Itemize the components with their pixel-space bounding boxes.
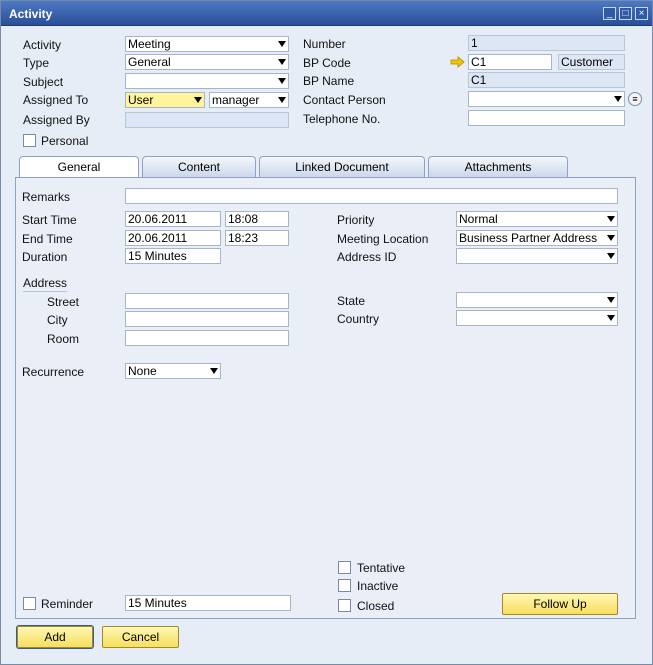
address-id-label: Address ID [337,250,397,264]
end-date-field[interactable]: 20.06.2011 [125,230,221,246]
type-label: Type [23,56,50,70]
assigned-to-user-select[interactable]: manager [209,92,289,108]
city-label: City [47,313,68,327]
assigned-to-type-select[interactable]: User [125,92,205,108]
address-heading: Address [23,276,68,292]
chevron-down-icon [614,96,622,102]
minimize-icon[interactable]: _ [603,7,616,20]
chevron-down-icon [278,97,286,103]
address-id-select[interactable] [456,248,618,264]
tab-general[interactable]: General [19,156,139,179]
street-label: Street [47,295,80,309]
chevron-down-icon [194,97,202,103]
activity-window: Activity _ □ × Activity Meeting Type Gen… [0,0,653,665]
subject-label: Subject [23,75,64,89]
priority-label: Priority [337,213,375,227]
number-label: Number [303,37,346,51]
bp-code-label: BP Code [303,56,351,70]
bp-name-label: BP Name [303,74,355,88]
start-time-field[interactable]: 18:08 [225,211,289,227]
cancel-button[interactable]: Cancel [102,626,179,648]
inactive-label: Inactive [357,579,399,593]
tab-content[interactable]: Content [142,156,256,178]
close-icon[interactable]: × [635,7,648,20]
duration-label: Duration [22,250,68,264]
end-time-label: End Time [22,232,73,246]
reminder-field[interactable]: 15 Minutes [125,595,291,611]
personal-label: Personal [41,134,89,148]
tentative-label: Tentative [357,561,406,575]
closed-checkbox[interactable] [338,599,351,612]
inactive-checkbox[interactable] [338,579,351,592]
reminder-checkbox[interactable] [23,597,36,610]
list-icon[interactable]: ≡ [628,92,642,106]
chevron-down-icon [607,216,615,222]
end-time-field[interactable]: 18:23 [225,230,289,246]
maximize-icon[interactable]: □ [619,7,632,20]
bp-code-field[interactable]: C1 [468,54,552,70]
recurrence-select[interactable]: None [125,363,221,379]
subject-select[interactable] [125,73,289,89]
chevron-down-icon [278,59,286,65]
assigned-by-field [125,112,289,128]
tab-linked-document[interactable]: Linked Document [259,156,425,178]
bp-type-field: Customer [558,54,625,70]
chevron-down-icon [607,297,615,303]
closed-label: Closed [357,599,395,613]
recurrence-label: Recurrence [22,365,85,379]
meeting-location-select[interactable]: Business Partner Address [456,230,618,246]
remarks-field[interactable] [125,188,618,204]
room-field[interactable] [125,330,289,346]
country-select[interactable] [456,310,618,326]
activity-select[interactable]: Meeting [125,36,289,52]
follow-up-button[interactable]: Follow Up [502,593,618,615]
chevron-down-icon [607,315,615,321]
street-field[interactable] [125,293,289,309]
assigned-to-label: Assigned To [23,93,89,107]
bp-name-field: C1 [468,72,625,88]
country-label: Country [337,312,380,326]
duration-field[interactable]: 15 Minutes [125,248,221,264]
chevron-down-icon [210,368,218,374]
reminder-label: Reminder [41,597,94,611]
type-select[interactable]: General [125,54,289,70]
chevron-down-icon [278,41,286,47]
assigned-by-label: Assigned By [23,113,90,127]
telephone-field[interactable] [468,110,625,126]
contact-person-label: Contact Person [303,93,386,107]
add-button[interactable]: Add [17,626,93,648]
tentative-checkbox[interactable] [338,561,351,574]
chevron-down-icon [607,253,615,259]
telephone-label: Telephone No. [303,112,381,126]
number-field: 1 [468,35,625,51]
start-date-field[interactable]: 20.06.2011 [125,211,221,227]
remarks-label: Remarks [22,190,71,204]
contact-person-select[interactable] [468,91,625,107]
priority-select[interactable]: Normal [456,211,618,227]
tab-attachments[interactable]: Attachments [428,156,568,178]
start-time-label: Start Time [22,213,77,227]
personal-checkbox[interactable] [23,134,36,147]
chevron-down-icon [278,78,286,84]
link-arrow-icon[interactable] [450,56,465,68]
activity-label: Activity [23,38,62,52]
state-label: State [337,294,366,308]
meeting-location-label: Meeting Location [337,232,429,246]
chevron-down-icon [607,235,615,241]
state-select[interactable] [456,292,618,308]
title-bar[interactable]: Activity _ □ × [1,1,652,26]
city-field[interactable] [125,311,289,327]
window-title: Activity [9,7,53,21]
room-label: Room [47,332,80,346]
